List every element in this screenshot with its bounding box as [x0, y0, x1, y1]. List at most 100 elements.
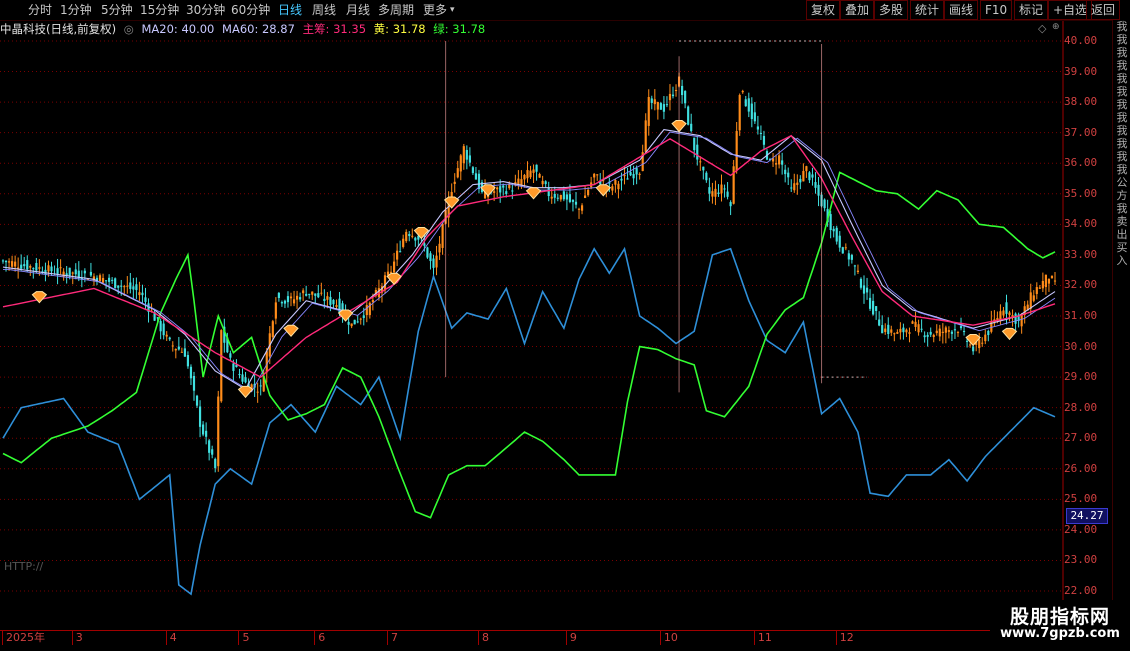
candle-body [126, 285, 129, 287]
side-tab-glyph[interactable]: 入 [1113, 254, 1130, 267]
candle-body [647, 96, 650, 126]
candle-body [256, 391, 259, 393]
y-tick-label: 39.00 [1064, 64, 1098, 78]
side-tab-glyph[interactable]: 我 [1113, 33, 1130, 46]
side-tab-glyph[interactable]: 方 [1113, 189, 1130, 202]
side-tab-glyph[interactable]: 买 [1113, 241, 1130, 254]
candle-body [587, 189, 590, 196]
y-tick-label: 25.00 [1064, 492, 1098, 506]
candle-body [532, 169, 535, 173]
scroll-up-icon[interactable]: ⊕ [1052, 22, 1060, 32]
candle-body [192, 375, 196, 391]
candle-body [411, 235, 414, 237]
action-button-0[interactable]: 复权 [806, 0, 841, 20]
side-tab-glyph[interactable]: 我 [1113, 150, 1130, 163]
candle-body [1020, 314, 1023, 327]
side-tab-strip[interactable]: 我我我我我我我我我我我我公方我卖出买入 [1112, 20, 1130, 630]
action-button-3[interactable]: 统计 [910, 0, 945, 20]
action-button-2[interactable]: 多股 [874, 0, 909, 20]
side-tab-glyph[interactable]: 公 [1113, 176, 1130, 189]
period-8[interactable]: 月线 [346, 1, 370, 19]
period-6[interactable]: 日线 [278, 1, 302, 19]
ma20-readout: MA20: 40.00 [141, 22, 215, 36]
candle-body [674, 90, 678, 92]
candle-body [708, 187, 711, 194]
candle-body [305, 293, 308, 296]
candle-body [426, 247, 429, 258]
candle-body [574, 201, 578, 205]
candle-body [101, 278, 105, 283]
candle-body [265, 351, 268, 373]
side-tab-glyph[interactable]: 我 [1113, 59, 1130, 72]
candle-body [784, 169, 787, 175]
candle-body [471, 167, 475, 174]
candle-body [302, 290, 305, 294]
candle-body [456, 168, 459, 178]
candle-body [969, 344, 972, 346]
side-tab-glyph[interactable]: 我 [1113, 163, 1130, 176]
side-tab-glyph[interactable]: 我 [1113, 124, 1130, 137]
more-dropdown-icon[interactable]: ▾ [450, 1, 455, 19]
side-tab-glyph[interactable]: 我 [1113, 72, 1130, 85]
period-2[interactable]: 5分钟 [101, 1, 133, 19]
candle-body [283, 300, 287, 304]
side-tab-glyph[interactable]: 我 [1113, 98, 1130, 111]
y-tick-label: 29.00 [1064, 370, 1098, 384]
settings-icon[interactable]: ◎ [124, 22, 134, 36]
side-tab-glyph[interactable]: 我 [1113, 20, 1130, 33]
period-10[interactable]: 更多 [423, 1, 447, 19]
side-tab-glyph[interactable]: 我 [1113, 46, 1130, 59]
period-5[interactable]: 60分钟 [231, 1, 270, 19]
candle-body [644, 120, 647, 152]
candle-body [129, 282, 132, 289]
side-tab-glyph[interactable]: 我 [1113, 111, 1130, 124]
candle-body [553, 193, 556, 198]
candle-body [180, 351, 183, 353]
period-1[interactable]: 1分钟 [60, 1, 92, 19]
candle-body [935, 330, 938, 334]
collapse-diamond-icon[interactable]: ◇ [1038, 22, 1046, 35]
candle-body [580, 205, 584, 211]
side-tab-glyph[interactable]: 我 [1113, 137, 1130, 150]
candle-body [359, 318, 362, 320]
candle-body [623, 174, 626, 177]
candle-body [735, 131, 738, 171]
candle-body [635, 168, 638, 175]
candle-body [899, 328, 902, 333]
candle-body [684, 90, 687, 104]
period-7[interactable]: 周线 [312, 1, 336, 19]
main-chip-readout: 主筹: 31.35 [302, 22, 367, 36]
candle-body [89, 271, 93, 276]
candle-body [723, 188, 726, 190]
candle-body [441, 223, 444, 248]
period-4[interactable]: 30分钟 [186, 1, 225, 19]
period-0[interactable]: 分时 [28, 1, 52, 19]
diamond-icon [237, 385, 254, 399]
candle-body [571, 199, 575, 202]
candle-body [893, 333, 896, 335]
side-tab-glyph[interactable]: 我 [1113, 202, 1130, 215]
period-toolbar: 分时 1分钟 5分钟 15分钟 30分钟 60分钟 日线 周线 月线 多周期 更多 ▾ 复权 叠加 多股 统计… [0, 0, 1130, 21]
action-button-5[interactable]: F10 [980, 0, 1013, 20]
candle-body [932, 334, 935, 338]
action-button-6[interactable]: 标记 [1014, 0, 1049, 20]
candle-body [165, 334, 168, 337]
side-tab-glyph[interactable]: 卖 [1113, 215, 1130, 228]
period-3[interactable]: 15分钟 [140, 1, 179, 19]
candle-body [756, 126, 759, 130]
action-button-1[interactable]: 叠加 [840, 0, 875, 20]
candle-body [162, 323, 165, 336]
candle-body [972, 346, 975, 352]
action-button-8[interactable]: 返回 [1086, 0, 1121, 20]
candle-body [593, 173, 596, 178]
candle-body [668, 93, 672, 101]
price-chart[interactable] [0, 0, 1130, 650]
side-tab-glyph[interactable]: 出 [1113, 228, 1130, 241]
candle-body [459, 155, 462, 172]
candle-body [462, 146, 465, 164]
period-9[interactable]: 多周期 [378, 1, 414, 19]
side-tab-glyph[interactable]: 我 [1113, 85, 1130, 98]
action-button-4[interactable]: 画线 [944, 0, 979, 20]
candle-body [762, 135, 766, 145]
candle-body [896, 332, 899, 334]
